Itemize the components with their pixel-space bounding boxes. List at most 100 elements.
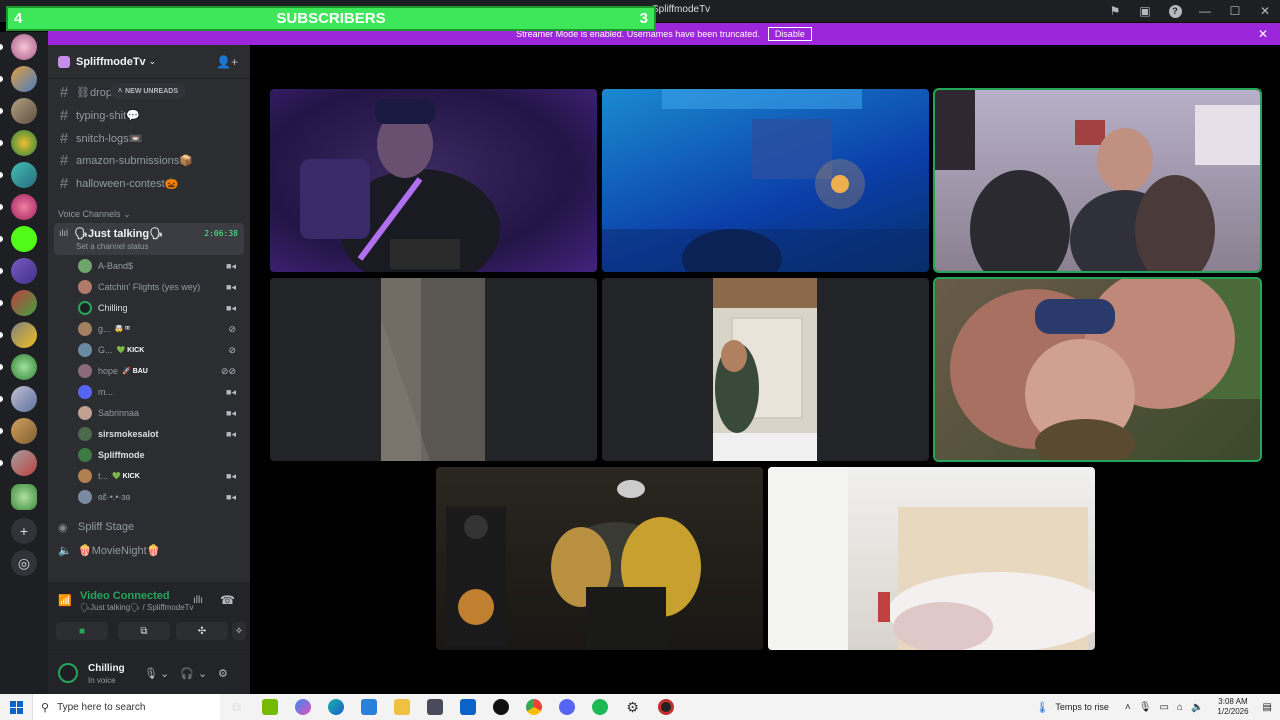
server-icon-mario[interactable] [11,290,37,316]
inbox-icon[interactable]: ⚑ [1100,0,1130,22]
taskbar-app-chrome[interactable] [517,694,550,720]
voice-category-header[interactable]: Voice Channels ⌄ [58,209,131,220]
new-unreads-pill[interactable]: ˄ NEW UNREADS [110,83,186,99]
taskbar-app-nvidia[interactable] [253,694,286,720]
voice-status-title[interactable]: Video Connected [80,590,170,602]
soundboard-button[interactable]: ✧ [232,622,246,640]
server-icon-green-char[interactable] [11,354,37,380]
server-icon-scene[interactable] [11,386,37,412]
video-tile-speaking[interactable] [933,88,1262,273]
noise-suppression-icon[interactable]: ıllı [193,595,203,606]
active-voice-channel[interactable]: ılıl 🗣Just talking🗣 Set a channel status… [54,223,244,255]
taskbar-app-game[interactable] [418,694,451,720]
close-button[interactable]: ✕ [1250,0,1280,22]
taskbar-app-edge[interactable] [319,694,352,720]
screen-share-icon[interactable]: ▣ [1130,0,1160,22]
taskbar-app-discord[interactable] [550,694,583,720]
server-icon-kick[interactable] [11,226,37,252]
notifications-icon[interactable]: ▤ [1263,702,1272,713]
speaker-icon: 🔈 [58,544,72,557]
voice-member[interactable]: G... 💚 KICK ⊘ [78,340,242,360]
invite-member-icon[interactable]: 👤+ [216,55,238,69]
server-icon-spliffmode-active[interactable] [11,484,37,510]
chevron-down-icon[interactable]: ⌄ [198,667,207,680]
taskbar-app-outlook[interactable] [451,694,484,720]
clock[interactable]: 3:08 AM 1/2/2026 [1217,697,1248,717]
chevron-down-icon[interactable]: ⌄ [160,667,169,680]
network-icon[interactable]: ⌂ [1177,702,1183,713]
help-icon[interactable]: ? [1160,0,1190,22]
chevron-up-icon[interactable]: ˄ [1125,702,1131,713]
start-button[interactable] [0,694,32,720]
video-tile[interactable] [270,89,597,272]
voice-member[interactable]: hope 🚀 BAU ⊘⊘ [78,361,242,381]
server-icon-grid[interactable] [11,322,37,348]
taskbar-app-explorer[interactable] [385,694,418,720]
close-banner-icon[interactable]: ✕ [1258,27,1268,41]
server-rail: + ◎ [0,32,48,694]
user-name[interactable]: Chilling [88,663,125,674]
task-view-button[interactable]: ⧉ [220,694,253,720]
voice-member[interactable]: A-Band$ ■◂ [78,256,242,276]
server-icon-teal[interactable] [11,162,37,188]
taskbar-app-tiktok[interactable] [484,694,517,720]
text-channel[interactable]: # typing-shit💬 [56,105,244,125]
member-name: m... [98,387,113,397]
taskbar-search[interactable]: ⚲ Type here to search [32,694,220,720]
video-tile-speaking[interactable] [933,277,1262,462]
microphone-icon[interactable]: 🎙 [1139,702,1152,713]
video-tile[interactable] [436,467,763,650]
discover-icon[interactable]: ◎ [11,550,37,576]
guild-header[interactable]: SpliffmodeTv ⌄ 👤+ [48,45,250,79]
text-channel[interactable]: # amazon-submissions📦 [56,150,244,170]
settings-gear-icon[interactable]: ⚙ [218,667,228,680]
video-tile[interactable] [768,467,1095,650]
signal-icon[interactable]: 📶 [58,594,72,607]
server-icon-pink[interactable] [11,194,37,220]
text-channel[interactable]: # halloween-contest🎃 [56,173,244,193]
server-icon-chat-cord[interactable] [11,130,37,156]
taskbar-app-spotify[interactable] [583,694,616,720]
voice-channel[interactable]: ◉ Spliff Stage [58,517,134,537]
server-icon-avatar[interactable] [11,34,37,60]
voice-member[interactable]: t... 💚 KICK ■◂ [78,466,242,486]
voice-member[interactable]: g... 🤯 ᵗᵗᵗ ⊘ [78,319,242,339]
video-tile[interactable] [270,278,597,461]
voice-member[interactable]: ɞɛ̃·•.•·ɜɞ ■◂ [78,487,242,507]
weather-widget[interactable]: 🌡 Temps to rise [1035,701,1109,714]
taskbar-app-obs[interactable] [649,694,682,720]
volume-icon[interactable]: 🔈 [1191,702,1203,713]
voice-member[interactable]: Chilling ■◂ [78,298,242,318]
add-server-icon[interactable]: + [11,518,37,544]
screen-share-button[interactable]: ⧉ [118,622,170,640]
activities-button[interactable]: ✣ [176,622,228,640]
headphones-icon[interactable]: 🎧 [180,667,194,680]
voice-member[interactable]: sirsmokesalot ■◂ [78,424,242,444]
server-icon-life[interactable] [11,450,37,476]
video-tile[interactable] [602,89,929,272]
disconnect-icon[interactable]: ☎ [220,593,235,607]
minimize-button[interactable]: — [1190,0,1220,22]
microphone-icon[interactable]: 🎙 [144,667,158,680]
maximize-button[interactable]: ☐ [1220,0,1250,22]
voice-member[interactable]: Sabrinnaa ■◂ [78,403,242,423]
taskbar-app-store[interactable] [352,694,385,720]
text-channel[interactable]: # snitch-logs📼 [56,128,244,148]
video-tile[interactable] [602,278,929,461]
server-icon-game[interactable] [11,66,37,92]
voice-member[interactable]: Spliffmode [78,445,242,465]
monitor-icon[interactable]: ▭ [1159,702,1168,713]
voice-status-subtitle[interactable]: 🗣Just talking🗣 / SpliffmodeTv [80,603,194,612]
server-icon-sword[interactable] [11,98,37,124]
channel-status[interactable]: Set a channel status [76,242,149,251]
taskbar-app-copilot[interactable] [286,694,319,720]
camera-button[interactable]: ■ [56,622,108,640]
voice-channel[interactable]: 🔈 🍿MovieNight🍿 [58,540,160,560]
server-icon-brown[interactable] [11,418,37,444]
server-icon-purple[interactable] [11,258,37,284]
voice-member[interactable]: m... ■◂ [78,382,242,402]
disable-streamer-mode-button[interactable]: Disable [767,27,812,41]
avatar[interactable] [58,663,78,683]
voice-member[interactable]: Catchin' Flights (yes wey) ■◂ [78,277,242,297]
taskbar-app-settings[interactable]: ⚙ [616,694,649,720]
